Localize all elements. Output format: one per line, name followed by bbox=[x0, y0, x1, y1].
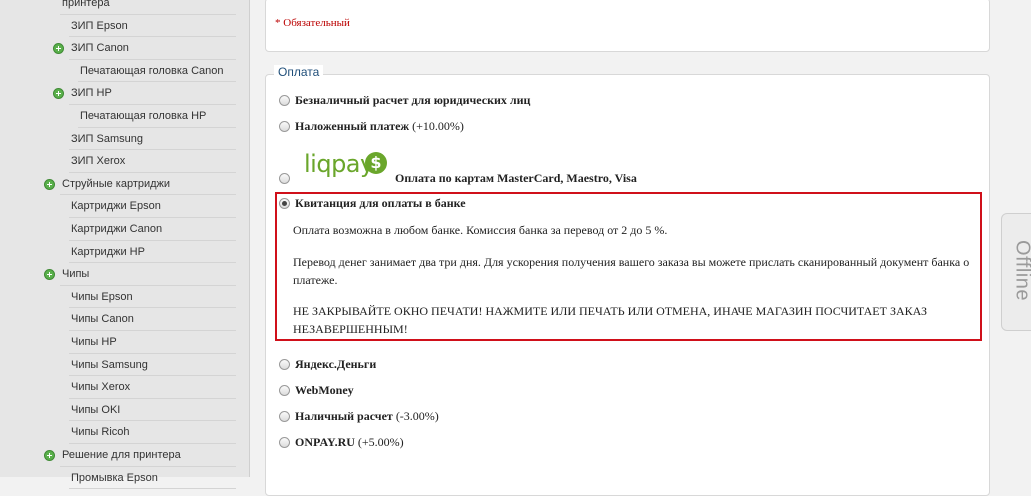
expand-plus-icon[interactable] bbox=[44, 450, 55, 461]
sidebar-item-label: Картриджи Epson bbox=[71, 195, 161, 217]
offline-chat-tab[interactable]: Offline bbox=[1001, 213, 1031, 331]
sidebar-item-label: Промывка Epson bbox=[71, 467, 158, 489]
sidebar-item[interactable]: Чипы Xerox bbox=[0, 376, 249, 398]
sidebar-item-label: Картриджи Canon bbox=[71, 218, 162, 240]
description-commission: Оплата возможна в любом банке. Комиссия … bbox=[293, 221, 973, 239]
required-note: * Обязательный bbox=[275, 17, 350, 29]
option-name: Яндекс.Деньги bbox=[295, 357, 376, 371]
sidebar-item-label: Чипы HP bbox=[71, 331, 117, 353]
sidebar-item-label: Струйные картриджи bbox=[62, 173, 170, 195]
sidebar-item[interactable]: Чипы Epson bbox=[0, 286, 249, 308]
option-fee: (-3.00%) bbox=[396, 409, 439, 423]
radio-button[interactable] bbox=[279, 121, 290, 132]
sidebar-item[interactable]: Чипы Samsung bbox=[0, 354, 249, 376]
sidebar-item-label: Решение для принтера bbox=[62, 444, 181, 466]
offline-label: Offline bbox=[1011, 221, 1031, 321]
liqpay-logo: liqpay bbox=[304, 150, 374, 178]
sidebar-item[interactable]: Решение для принтера bbox=[0, 444, 249, 466]
sidebar-item-label: Чипы bbox=[62, 263, 89, 285]
sidebar-item[interactable]: Печатающая головка HP bbox=[0, 105, 249, 127]
option-name: Наложенный платеж bbox=[295, 119, 409, 133]
sidebar-item-label: Печатающая головка Canon bbox=[80, 60, 224, 82]
description-warning: НЕ ЗАКРЫВАЙТЕ ОКНО ПЕЧАТИ! НАЖМИТЕ ИЛИ П… bbox=[293, 302, 973, 338]
sidebar-item-label: Чипы Ricoh bbox=[71, 421, 130, 443]
sidebar-item-label: Печатающая головка HP bbox=[80, 105, 206, 127]
expand-plus-icon[interactable] bbox=[53, 88, 64, 99]
option-name: Оплата по картам MasterCard, Maestro, Vi… bbox=[395, 171, 637, 185]
sidebar-item[interactable]: Чипы Canon bbox=[0, 308, 249, 330]
sidebar-item-label: ЗИП Epson bbox=[71, 15, 128, 37]
sidebar-item[interactable]: Картриджи Epson bbox=[0, 195, 249, 217]
radio-button-checked[interactable] bbox=[279, 198, 290, 209]
sidebar-item[interactable]: Чипы OKI bbox=[0, 399, 249, 421]
payment-legend: Оплата bbox=[274, 65, 323, 79]
radio-button[interactable] bbox=[279, 173, 290, 184]
expand-plus-icon[interactable] bbox=[53, 43, 64, 54]
sidebar-item[interactable]: ЗИП Epson bbox=[0, 15, 249, 37]
liqpay-coin-icon: $ bbox=[365, 152, 387, 174]
radio-button[interactable] bbox=[279, 95, 290, 106]
sidebar-item[interactable]: ЗИП Samsung bbox=[0, 128, 249, 150]
sidebar-item[interactable]: Картриджи Canon bbox=[0, 218, 249, 240]
sidebar-item-label: ЗИП Canon bbox=[71, 37, 129, 59]
sidebar-item[interactable]: Картриджи HP bbox=[0, 241, 249, 263]
radio-button[interactable] bbox=[279, 359, 290, 370]
option-name: Безналичный расчет для юридических лиц bbox=[295, 93, 530, 107]
sidebar-item[interactable]: ЗИП HP bbox=[0, 82, 249, 104]
radio-button[interactable] bbox=[279, 385, 290, 396]
required-fields-panel: * Обязательный bbox=[265, 0, 990, 52]
sidebar-item-label: Чипы Epson bbox=[71, 286, 133, 308]
option-name: Наличный расчет bbox=[295, 409, 393, 423]
sidebar-item[interactable]: принтера bbox=[0, 0, 249, 14]
sidebar-item[interactable]: ЗИП Canon bbox=[0, 37, 249, 59]
sidebar-divider bbox=[69, 488, 236, 489]
sidebar-item-label: Чипы Canon bbox=[71, 308, 134, 330]
sidebar-item-label: Чипы Samsung bbox=[71, 354, 148, 376]
sidebar-item[interactable]: Чипы HP bbox=[0, 331, 249, 353]
checkout-main: * Обязательный Оплата Безналичный расчет… bbox=[250, 0, 1031, 477]
sidebar-item-label: принтера bbox=[62, 0, 110, 14]
sidebar-item-label: Картриджи HP bbox=[71, 241, 145, 263]
expand-plus-icon[interactable] bbox=[44, 269, 55, 280]
description-transfer: Перевод денег занимает два три дня. Для … bbox=[293, 253, 973, 289]
sidebar-item-label: Чипы Xerox bbox=[71, 376, 130, 398]
sidebar-item-label: ЗИП HP bbox=[71, 82, 112, 104]
sidebar-item[interactable]: Чипы Ricoh bbox=[0, 421, 249, 443]
sidebar-item-label: ЗИП Samsung bbox=[71, 128, 143, 150]
sidebar-item[interactable]: ЗИП Xerox bbox=[0, 150, 249, 172]
sidebar-item[interactable]: Струйные картриджи bbox=[0, 173, 249, 195]
category-sidebar: принтераЗИП EpsonЗИП CanonПечатающая гол… bbox=[0, 0, 250, 477]
sidebar-item-label: ЗИП Xerox bbox=[71, 150, 125, 172]
option-fee: (+5.00%) bbox=[358, 435, 404, 449]
sidebar-item[interactable]: Чипы bbox=[0, 263, 249, 285]
expand-plus-icon[interactable] bbox=[44, 179, 55, 190]
sidebar-item[interactable]: Печатающая головка Canon bbox=[0, 60, 249, 82]
sidebar-item[interactable]: Промывка Epson bbox=[0, 467, 249, 489]
option-fee: (+10.00%) bbox=[412, 119, 464, 133]
radio-button[interactable] bbox=[279, 411, 290, 422]
radio-button[interactable] bbox=[279, 437, 290, 448]
option-name: WebMoney bbox=[295, 383, 354, 397]
option-name: ONPAY.RU bbox=[295, 435, 355, 449]
sidebar-item-label: Чипы OKI bbox=[71, 399, 120, 421]
option-name: Квитанция для оплаты в банке bbox=[295, 196, 466, 210]
